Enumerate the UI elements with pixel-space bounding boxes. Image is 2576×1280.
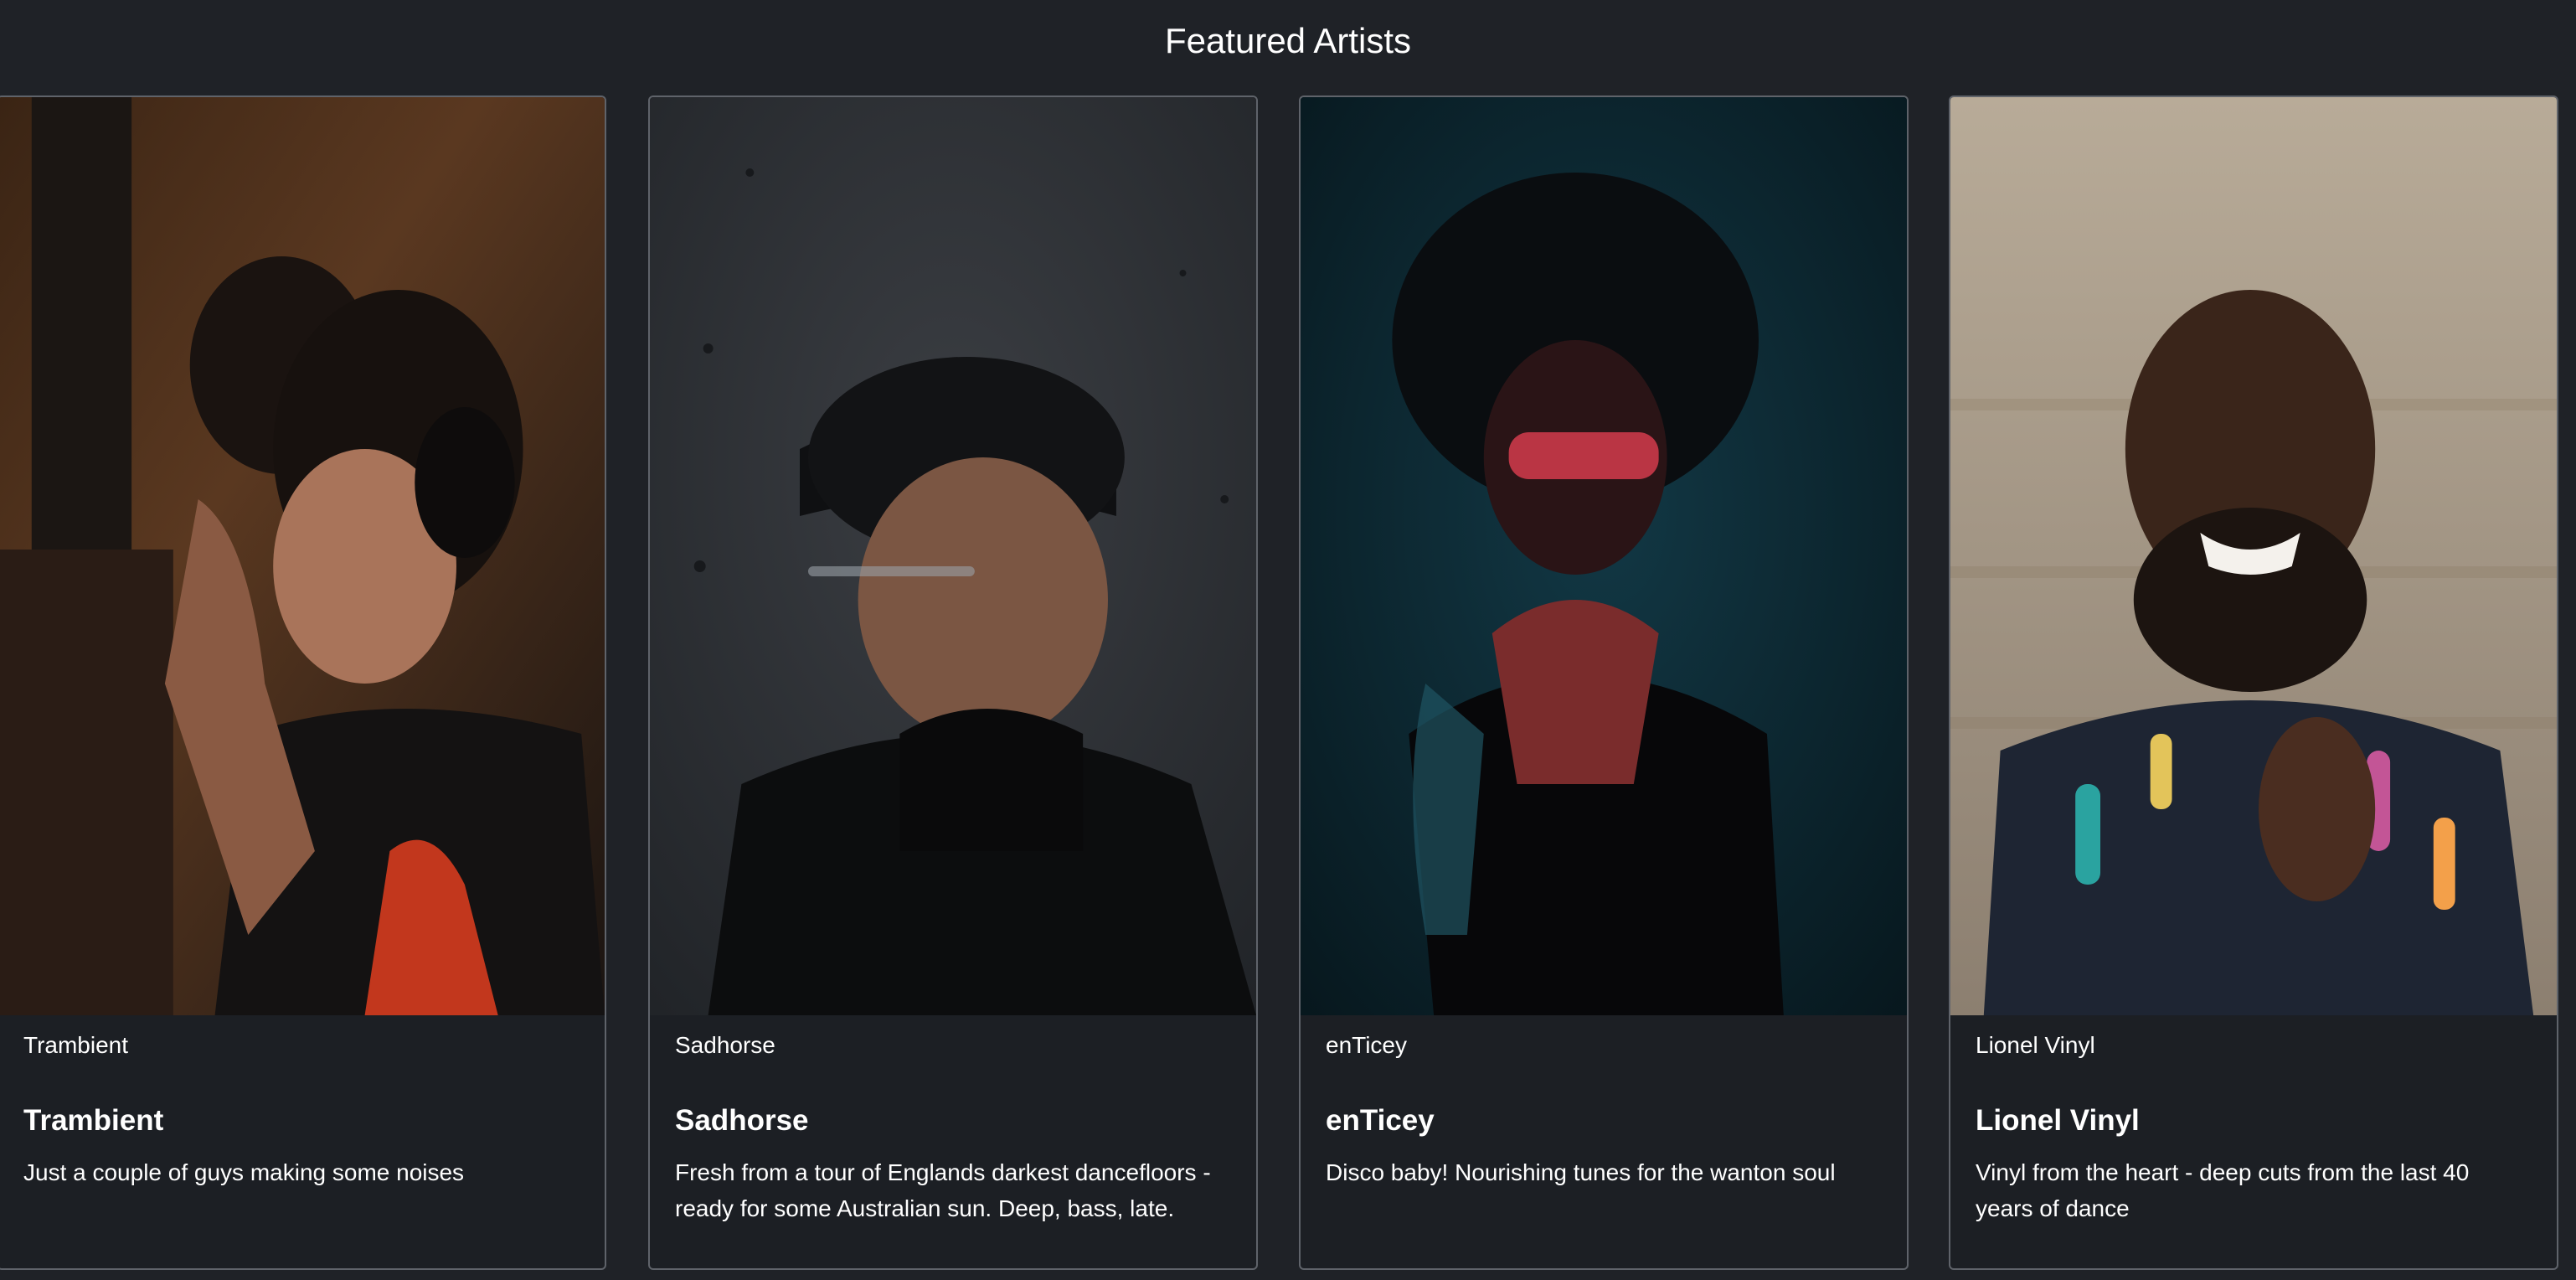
artist-card[interactable]: Sadhorse Sadhorse Fresh from a tour of E… [648,95,1258,1270]
artist-photo-image [1950,97,2557,1015]
artist-subtitle: Lionel Vinyl [1976,1032,2095,1058]
artist-photo-image [650,97,1256,1015]
artist-name[interactable]: Lionel Vinyl [1976,1104,2537,1138]
artist-photo[interactable] [1301,97,1907,1015]
artist-photo-image [0,97,605,1015]
artist-description: Vinyl from the heart - deep cuts from th… [1976,1159,2470,1221]
artist-card[interactable]: Lionel Vinyl Lionel Vinyl Vinyl from the… [1949,95,2558,1270]
artist-card[interactable]: enTicey enTicey Disco baby! Nourishing t… [1299,95,1909,1270]
artist-description: Fresh from a tour of Englands darkest da… [675,1159,1211,1221]
artist-photo[interactable] [0,97,605,1015]
artist-name[interactable]: enTicey [1326,1104,1887,1138]
artist-description: Just a couple of guys making some noises [23,1159,465,1185]
artist-card-grid: Trambient Trambient Just a couple of guy… [0,95,2576,1272]
artist-description: Disco baby! Nourishing tunes for the wan… [1326,1159,1836,1185]
artist-subtitle: Trambient [23,1032,129,1058]
artist-name[interactable]: Sadhorse [675,1104,1236,1138]
artist-photo[interactable] [650,97,1256,1015]
artist-card[interactable]: Trambient Trambient Just a couple of guy… [0,95,606,1270]
artist-name[interactable]: Trambient [23,1104,585,1138]
page-title: Featured Artists [1164,21,1412,60]
artist-subtitle: Sadhorse [675,1032,775,1058]
artist-photo-image [1301,97,1907,1015]
artist-photo[interactable] [1950,97,2557,1015]
artist-subtitle: enTicey [1326,1032,1408,1058]
